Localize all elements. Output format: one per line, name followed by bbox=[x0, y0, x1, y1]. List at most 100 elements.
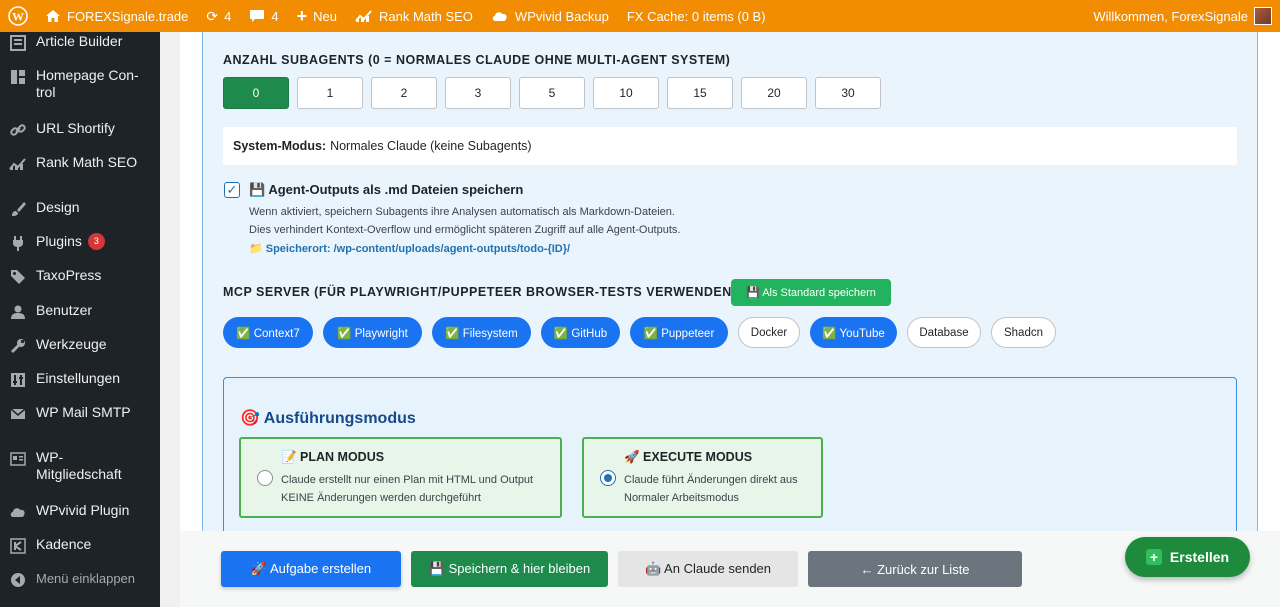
save-default-button[interactable]: 💾 Als Standard speichern bbox=[731, 279, 891, 306]
system-mode-label: System-Modus: bbox=[233, 139, 327, 153]
mcp-server-youtube[interactable]: ✅ YouTube bbox=[810, 317, 897, 348]
mcp-server-shadcn[interactable]: Shadcn bbox=[991, 317, 1056, 348]
subagent-option-20[interactable]: 20 bbox=[741, 77, 807, 109]
link-icon bbox=[8, 120, 28, 140]
comment-icon bbox=[249, 9, 265, 23]
sidebar-item-kadence[interactable]: Kadence bbox=[0, 536, 160, 556]
sidebar-item-label: Einstellungen bbox=[36, 370, 121, 386]
brush-icon bbox=[8, 199, 28, 219]
save-outputs-checkbox[interactable]: ✓ bbox=[224, 182, 240, 198]
sidebar-item-plugins[interactable]: Plugins 3 bbox=[0, 233, 160, 253]
sidebar-item-label: WP Mail SMTP bbox=[36, 404, 131, 420]
site-name-link[interactable]: FOREXSignale.trade bbox=[36, 0, 197, 32]
wpvivid-label: WPvivid Backup bbox=[514, 8, 609, 24]
subagent-option-30[interactable]: 30 bbox=[815, 77, 881, 109]
sidebar-collapse-menu[interactable]: Menü einklappen bbox=[0, 570, 160, 590]
sidebar-item-homepage-control[interactable]: Homepage Con-trol bbox=[0, 67, 160, 101]
admin-sidebar: Article Builder Homepage Con-trol URL Sh… bbox=[0, 32, 160, 607]
plan-mode-card[interactable]: 📝 PLAN MODUS Claude erstellt nur einen P… bbox=[239, 437, 562, 518]
sidebar-item-article-builder[interactable]: Article Builder bbox=[0, 33, 160, 53]
sidebar-item-label: URL Shortify bbox=[36, 120, 115, 136]
subagents-heading: ANZAHL SUBAGENTS (0 = NORMALES CLAUDE OH… bbox=[223, 53, 731, 67]
sidebar-item-wp-mail-smtp[interactable]: WP Mail SMTP bbox=[0, 404, 160, 424]
sidebar-item-label: Homepage Con-trol bbox=[36, 67, 139, 100]
mcp-server-playwright[interactable]: ✅ Playwright bbox=[323, 317, 422, 348]
fxcache-link[interactable]: FX Cache: 0 items (0 B) bbox=[618, 0, 775, 32]
chart-icon bbox=[8, 154, 28, 174]
avatar bbox=[1254, 7, 1272, 25]
execute-mode-line-1: Claude führt Änderungen direkt aus bbox=[624, 474, 798, 486]
create-task-button[interactable]: 🚀 Aufgabe erstellen bbox=[221, 551, 401, 587]
save-stay-button[interactable]: 💾 Speichern & hier bleiben bbox=[411, 551, 608, 587]
save-outputs-desc-1: Wenn aktiviert, speichern Subagents ihre… bbox=[249, 206, 675, 218]
system-mode-info: System-Modus: Normales Claude (keine Sub… bbox=[223, 127, 1237, 165]
sidebar-item-wp-mitgliedschaft[interactable]: WP- Mitgliedschaft bbox=[0, 449, 160, 483]
greeting: Willkommen, ForexSignale bbox=[1093, 8, 1248, 24]
sidebar-item-design[interactable]: Design bbox=[0, 199, 160, 219]
mcp-server-context7[interactable]: ✅ Context7 bbox=[223, 317, 313, 348]
my-account-link[interactable]: Willkommen, ForexSignale bbox=[1084, 0, 1280, 32]
wpvivid-link[interactable]: WPvivid Backup bbox=[482, 0, 618, 32]
sidebar-item-rankmath[interactable]: Rank Math SEO bbox=[0, 154, 160, 174]
mcp-server-github[interactable]: ✅ GitHub bbox=[541, 317, 620, 348]
rankmath-label: Rank Math SEO bbox=[378, 8, 473, 24]
sidebar-item-label: Article Builder bbox=[36, 33, 123, 49]
rankmath-link[interactable]: Rank Math SEO bbox=[346, 0, 482, 32]
mcp-server-database[interactable]: Database bbox=[907, 317, 981, 348]
subagent-option-15[interactable]: 15 bbox=[667, 77, 733, 109]
home-icon bbox=[45, 9, 61, 23]
sidebar-item-werkzeuge[interactable]: Werkzeuge bbox=[0, 336, 160, 356]
sidebar-item-benutzer[interactable]: Benutzer bbox=[0, 302, 160, 322]
plus-icon: + bbox=[296, 6, 308, 26]
system-mode-value: Normales Claude (keine Subagents) bbox=[330, 139, 532, 153]
save-outputs-desc-2: Dies verhindert Kontext-Overflow und erm… bbox=[249, 224, 681, 236]
plan-mode-line-2: KEINE Änderungen werden durchgeführt bbox=[281, 492, 481, 504]
new-content-link[interactable]: + Neu bbox=[288, 0, 346, 32]
save-outputs-path: 📁 Speicherort: /wp-content/uploads/agent… bbox=[249, 243, 571, 255]
cloud-icon bbox=[8, 502, 28, 522]
subagent-option-1[interactable]: 1 bbox=[297, 77, 363, 109]
mail-icon bbox=[8, 404, 28, 424]
comments-link[interactable]: 4 bbox=[240, 0, 287, 32]
sidebar-item-label: Werkzeuge bbox=[36, 336, 107, 352]
plan-mode-radio[interactable] bbox=[257, 470, 273, 486]
tag-icon bbox=[8, 267, 28, 287]
sidebar-item-label: Plugins bbox=[36, 233, 82, 249]
action-bar: 🚀 Aufgabe erstellen 💾 Speichern & hier b… bbox=[180, 531, 1280, 607]
wrench-icon bbox=[8, 336, 28, 356]
mcp-heading: MCP SERVER (FÜR PLAYWRIGHT/PUPPETEER BRO… bbox=[223, 285, 737, 299]
kadence-icon bbox=[8, 536, 28, 556]
execute-mode-card[interactable]: 🚀 EXECUTE MODUS Claude führt Änderungen … bbox=[582, 437, 823, 518]
subagent-option-2[interactable]: 2 bbox=[371, 77, 437, 109]
sidebar-item-einstellungen[interactable]: Einstellungen bbox=[0, 370, 160, 390]
wordpress-logo-icon[interactable]: W bbox=[0, 0, 36, 32]
subagent-option-3[interactable]: 3 bbox=[445, 77, 511, 109]
sidebar-item-label: Rank Math SEO bbox=[36, 154, 138, 170]
plan-mode-title: 📝 PLAN MODUS bbox=[281, 450, 385, 464]
execution-mode-title: 🎯 Ausführungsmodus bbox=[240, 410, 416, 427]
sidebar-item-taxopress[interactable]: TaxoPress bbox=[0, 267, 160, 287]
subagent-option-5[interactable]: 5 bbox=[519, 77, 585, 109]
mcp-server-puppeteer[interactable]: ✅ Puppeteer bbox=[630, 317, 728, 348]
back-to-list-button[interactable]: ← Zurück zur Liste bbox=[808, 551, 1022, 587]
execute-mode-radio[interactable] bbox=[600, 470, 616, 486]
subagent-option-10[interactable]: 10 bbox=[593, 77, 659, 109]
create-fab-button[interactable]: + Erstellen bbox=[1125, 537, 1250, 577]
send-to-claude-button[interactable]: 🤖 An Claude senden bbox=[618, 551, 798, 587]
updates-count: 4 bbox=[224, 8, 232, 24]
updates-link[interactable]: ⟳ 4 bbox=[197, 0, 240, 32]
site-name: FOREXSignale.trade bbox=[67, 8, 189, 24]
refresh-icon: ⟳ bbox=[206, 8, 219, 24]
sidebar-item-label: Kadence bbox=[36, 536, 92, 552]
collapse-icon bbox=[8, 570, 28, 590]
mcp-server-docker[interactable]: Docker bbox=[738, 317, 800, 348]
fab-label: Erstellen bbox=[1169, 549, 1230, 565]
mcp-server-filesystem[interactable]: ✅ Filesystem bbox=[432, 317, 531, 348]
sidebar-item-label: Design bbox=[36, 199, 80, 215]
members-icon bbox=[8, 449, 28, 469]
sidebar-item-wpvivid[interactable]: WPvivid Plugin bbox=[0, 502, 160, 522]
sidebar-item-url-shortify[interactable]: URL Shortify bbox=[0, 120, 160, 140]
comments-count: 4 bbox=[271, 8, 279, 24]
subagent-option-0[interactable]: 0 bbox=[223, 77, 289, 109]
execute-mode-line-2: Normaler Arbeitsmodus bbox=[624, 492, 739, 504]
